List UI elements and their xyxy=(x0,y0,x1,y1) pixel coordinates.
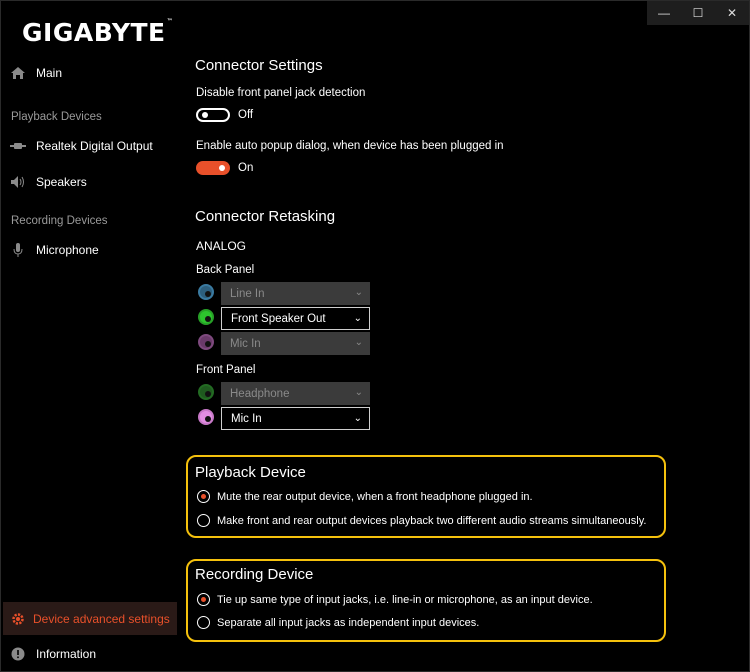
info-icon xyxy=(0,647,36,661)
front-panel-heading: Front Panel xyxy=(196,364,256,376)
mic-in-jack-icon xyxy=(198,334,214,350)
home-icon xyxy=(0,66,36,80)
chevron-down-icon: ⌄ xyxy=(354,387,363,398)
sidebar: GIGABYTE™ Main Playback Devices Realtek … xyxy=(0,0,183,672)
jack-detection-state: Off xyxy=(238,109,254,121)
popup-dialog-state: On xyxy=(238,162,254,174)
digital-output-icon xyxy=(0,141,36,151)
toggle-knob xyxy=(219,165,225,171)
gear-icon xyxy=(3,612,33,626)
front-jack-2-select[interactable]: Mic In ⌄ xyxy=(221,407,370,430)
speaker-icon xyxy=(0,175,36,189)
connector-retasking-title: Connector Retasking xyxy=(195,208,336,225)
recording-devices-heading: Recording Devices xyxy=(11,215,108,227)
connector-settings-title: Connector Settings xyxy=(195,57,323,74)
analog-heading: ANALOG xyxy=(196,239,247,253)
sidebar-item-label: Information xyxy=(36,647,97,661)
chevron-down-icon: ⌄ xyxy=(354,287,363,298)
sidebar-item-speakers[interactable]: Speakers xyxy=(0,168,183,196)
toggle-knob xyxy=(202,112,208,118)
select-value: Line In xyxy=(230,287,265,300)
front-jack-1-select[interactable]: Headphone ⌄ xyxy=(221,382,370,405)
playback-device-title: Playback Device xyxy=(195,464,306,481)
front-mic-in-jack-icon xyxy=(198,409,214,425)
headphone-jack-icon xyxy=(198,384,214,400)
back-jack-3-select[interactable]: Mic In ⌄ xyxy=(221,332,370,355)
jack-detection-label: Disable front panel jack detection xyxy=(196,87,366,99)
playback-option-separate-radio[interactable] xyxy=(197,514,210,527)
recording-option-separate-label[interactable]: Separate all input jacks as independent … xyxy=(217,617,479,629)
jack-detection-toggle[interactable] xyxy=(196,108,230,122)
back-jack-2-select[interactable]: Front Speaker Out ⌄ xyxy=(221,307,370,330)
playback-option-separate-label[interactable]: Make front and rear output devices playb… xyxy=(217,515,646,527)
window-controls: — ☐ ✕ xyxy=(647,0,750,25)
chevron-down-icon: ⌄ xyxy=(353,413,362,424)
sidebar-item-information[interactable]: Information xyxy=(0,640,183,668)
sidebar-item-realtek-digital-output[interactable]: Realtek Digital Output xyxy=(0,132,183,160)
back-panel-heading: Back Panel xyxy=(196,264,255,276)
maximize-button[interactable]: ☐ xyxy=(681,0,715,25)
recording-option-tie-label[interactable]: Tie up same type of input jacks, i.e. li… xyxy=(217,594,593,606)
chevron-down-icon: ⌄ xyxy=(353,313,362,324)
select-value: Front Speaker Out xyxy=(231,312,326,325)
sidebar-item-microphone[interactable]: Microphone xyxy=(0,236,183,264)
line-in-jack-icon xyxy=(198,284,214,300)
sidebar-item-main[interactable]: Main xyxy=(0,59,183,87)
playback-option-mute-radio[interactable] xyxy=(197,490,210,503)
playback-devices-heading: Playback Devices xyxy=(11,111,102,123)
sidebar-item-device-advanced-settings[interactable]: Device advanced settings xyxy=(3,602,177,635)
sidebar-item-label: Device advanced settings xyxy=(33,611,170,626)
popup-dialog-label: Enable auto popup dialog, when device ha… xyxy=(196,140,504,152)
select-value: Mic In xyxy=(230,337,261,350)
popup-dialog-toggle[interactable] xyxy=(196,161,230,175)
sidebar-item-label: Microphone xyxy=(36,243,99,257)
close-button[interactable]: ✕ xyxy=(715,0,749,25)
playback-option-mute-label[interactable]: Mute the rear output device, when a fron… xyxy=(217,491,533,503)
chevron-down-icon: ⌄ xyxy=(354,337,363,348)
front-speaker-out-jack-icon xyxy=(198,309,214,325)
sidebar-item-label: Speakers xyxy=(36,175,87,189)
minimize-button[interactable]: — xyxy=(647,0,681,25)
sidebar-item-label: Realtek Digital Output xyxy=(36,139,153,153)
back-jack-1-select[interactable]: Line In ⌄ xyxy=(221,282,370,305)
recording-device-title: Recording Device xyxy=(195,566,314,583)
select-value: Headphone xyxy=(230,387,290,400)
recording-option-tie-radio[interactable] xyxy=(197,593,210,606)
microphone-icon xyxy=(0,242,36,258)
sidebar-item-label: Main xyxy=(36,66,63,80)
select-value: Mic In xyxy=(231,412,262,425)
recording-option-separate-radio[interactable] xyxy=(197,616,210,629)
gigabyte-logo: GIGABYTE™ xyxy=(22,18,174,47)
